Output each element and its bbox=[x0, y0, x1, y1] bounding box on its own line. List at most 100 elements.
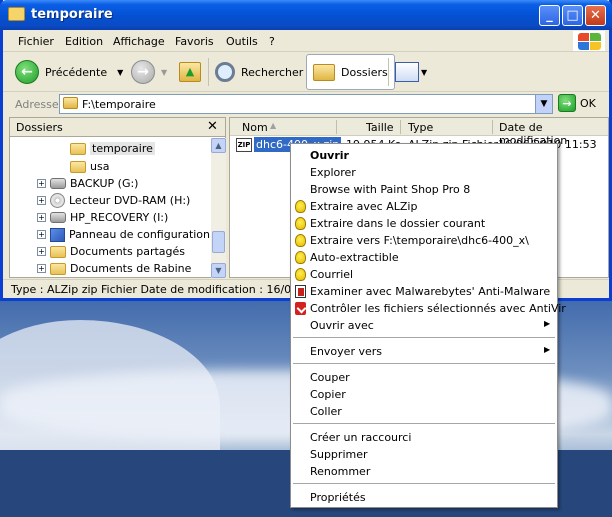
tree-item-hp-recovery[interactable]: + HP_RECOVERY (I:) bbox=[37, 209, 168, 226]
menu-item-send-to[interactable]: Envoyer vers ▶ bbox=[291, 343, 557, 360]
folders-scrollbar[interactable]: ▲ ▼ bbox=[211, 138, 226, 278]
drive-icon bbox=[50, 178, 66, 189]
menu-favoris[interactable]: Favoris bbox=[175, 35, 214, 48]
menu-item-email[interactable]: Courriel bbox=[291, 266, 557, 283]
tree-item-rabine-docs[interactable]: + Documents de Rabine bbox=[37, 260, 191, 277]
maximize-button[interactable]: □ bbox=[562, 5, 583, 26]
folders-pane: Dossiers ✕ temporaire usa + BACKUP (G:) … bbox=[9, 117, 226, 278]
menu-help[interactable]: ? bbox=[269, 35, 275, 48]
folder-icon bbox=[70, 160, 86, 173]
views-dropdown-icon[interactable]: ▼ bbox=[421, 68, 427, 77]
tree-item-control-panel[interactable]: + Panneau de configuration bbox=[37, 226, 210, 243]
close-button[interactable]: ✕ bbox=[585, 5, 606, 26]
tree-item-label: Documents partagés bbox=[70, 245, 185, 258]
file-list-header: Nom ▲ Taille Type Date de modification bbox=[230, 118, 608, 147]
menu-item-paste[interactable]: Coller bbox=[291, 403, 557, 420]
windows-logo-icon bbox=[573, 31, 605, 51]
menu-fichier[interactable]: Fichier bbox=[18, 35, 54, 48]
back-button[interactable]: ← Précédente ▼ bbox=[15, 56, 123, 88]
alzip-icon bbox=[295, 234, 306, 247]
expand-icon[interactable]: + bbox=[37, 247, 46, 256]
menu-item-ouvrir[interactable]: Ouvrir bbox=[291, 147, 557, 164]
column-type[interactable]: Type bbox=[408, 121, 433, 134]
menu-item-label: Renommer bbox=[310, 465, 371, 478]
column-divider[interactable] bbox=[400, 120, 401, 134]
menu-item-extract-alzip[interactable]: Extraire avec ALZip bbox=[291, 198, 557, 215]
menu-outils[interactable]: Outils bbox=[226, 35, 258, 48]
tree-item-temporaire[interactable]: temporaire bbox=[70, 140, 155, 157]
menu-item-rename[interactable]: Renommer bbox=[291, 463, 557, 480]
back-arrow-icon: ← bbox=[15, 60, 39, 84]
tree-item-label: HP_RECOVERY (I:) bbox=[70, 211, 169, 224]
menu-item-label: Envoyer vers bbox=[310, 345, 382, 358]
views-icon bbox=[395, 62, 419, 82]
menu-item-cut[interactable]: Couper bbox=[291, 369, 557, 386]
menu-item-delete[interactable]: Supprimer bbox=[291, 446, 557, 463]
address-dropdown-icon[interactable]: ▼ bbox=[535, 95, 552, 113]
tree-item-label: Lecteur DVD-RAM (H:) bbox=[69, 194, 191, 207]
malwarebytes-icon bbox=[295, 285, 306, 298]
cd-drive-icon bbox=[50, 193, 65, 208]
tree-item-backup[interactable]: + BACKUP (G:) bbox=[37, 175, 138, 192]
menu-item-create-shortcut[interactable]: Créer un raccourci bbox=[291, 429, 557, 446]
address-value: F:\temporaire bbox=[82, 98, 156, 111]
address-input[interactable]: F:\temporaire ▼ bbox=[59, 94, 553, 114]
tree-item-dvd[interactable]: + Lecteur DVD-RAM (H:) bbox=[37, 192, 190, 209]
expand-icon[interactable]: + bbox=[37, 264, 46, 273]
folders-label: Dossiers bbox=[341, 65, 388, 79]
column-divider[interactable] bbox=[492, 120, 493, 134]
control-panel-icon bbox=[50, 227, 65, 242]
expand-icon[interactable]: + bbox=[37, 179, 46, 188]
scroll-thumb[interactable] bbox=[212, 231, 225, 253]
menu-item-label: Courriel bbox=[310, 268, 354, 281]
submenu-arrow-icon: ▶ bbox=[544, 345, 551, 354]
menu-affichage[interactable]: Affichage bbox=[113, 35, 165, 48]
menu-item-label: Explorer bbox=[310, 166, 356, 179]
folder-icon bbox=[70, 142, 86, 155]
address-label: Adresse bbox=[15, 98, 59, 111]
tree-item-label: temporaire bbox=[90, 142, 155, 155]
menu-item-label: Ouvrir avec bbox=[310, 319, 374, 332]
drive-icon bbox=[50, 212, 66, 223]
menu-separator bbox=[293, 363, 555, 364]
window-title: temporaire bbox=[31, 7, 113, 22]
column-divider[interactable] bbox=[336, 120, 337, 134]
menu-item-open-with[interactable]: Ouvrir avec ▶ bbox=[291, 317, 557, 334]
forward-dropdown-icon[interactable]: ▼ bbox=[161, 68, 167, 77]
tree-item-usa[interactable]: usa bbox=[70, 158, 109, 175]
expand-icon[interactable]: + bbox=[37, 213, 46, 222]
go-button[interactable]: → OK bbox=[558, 94, 596, 112]
menu-item-paint-shop[interactable]: Browse with Paint Shop Pro 8 bbox=[291, 181, 557, 198]
expand-icon[interactable]: + bbox=[37, 196, 46, 205]
menu-item-malwarebytes[interactable]: Examiner avec Malwarebytes' Anti-Malware bbox=[291, 283, 557, 300]
menu-item-auto-extract[interactable]: Auto-extractible bbox=[291, 249, 557, 266]
sort-up-icon: ▲ bbox=[270, 121, 277, 130]
tree-item-shared-docs[interactable]: + Documents partagés bbox=[37, 243, 185, 260]
tree-item-label: Documents de Rabine bbox=[70, 262, 192, 275]
minimize-button[interactable]: _ bbox=[539, 5, 560, 26]
folders-button[interactable]: Dossiers bbox=[306, 54, 395, 90]
menu-item-extract-here[interactable]: Extraire dans le dossier courant bbox=[291, 215, 557, 232]
search-button[interactable]: Rechercher bbox=[215, 56, 303, 88]
column-size[interactable]: Taille bbox=[366, 121, 394, 134]
back-dropdown-icon[interactable]: ▼ bbox=[117, 68, 123, 77]
menu-item-copy[interactable]: Copier bbox=[291, 386, 557, 403]
menu-item-antivir[interactable]: Contrôler les fichiers sélectionnés avec… bbox=[291, 300, 566, 317]
column-name[interactable]: Nom bbox=[242, 121, 268, 134]
up-folder-button[interactable]: ▲ bbox=[179, 56, 201, 88]
forward-button[interactable]: → ▼ bbox=[131, 56, 167, 88]
close-icon[interactable]: ✕ bbox=[207, 119, 218, 134]
menu-item-label: Auto-extractible bbox=[310, 251, 399, 264]
menu-item-extract-to[interactable]: Extraire vers F:\temporaire\dhc6-400_x\ bbox=[291, 232, 557, 249]
views-button[interactable]: ▼ bbox=[395, 56, 427, 88]
menu-item-explorer[interactable]: Explorer bbox=[291, 164, 557, 181]
scroll-up-icon[interactable]: ▲ bbox=[211, 138, 226, 153]
menu-item-properties[interactable]: Propriétés bbox=[291, 489, 557, 506]
expand-icon[interactable]: + bbox=[37, 230, 46, 239]
menu-item-label: Ouvrir bbox=[310, 149, 349, 162]
up-folder-icon: ▲ bbox=[179, 62, 201, 82]
scroll-down-icon[interactable]: ▼ bbox=[211, 263, 226, 278]
title-bar[interactable]: temporaire _ □ ✕ bbox=[0, 0, 612, 30]
menu-edition[interactable]: Edition bbox=[65, 35, 103, 48]
menu-bar: Fichier Edition Affichage Favoris Outils… bbox=[3, 30, 609, 52]
